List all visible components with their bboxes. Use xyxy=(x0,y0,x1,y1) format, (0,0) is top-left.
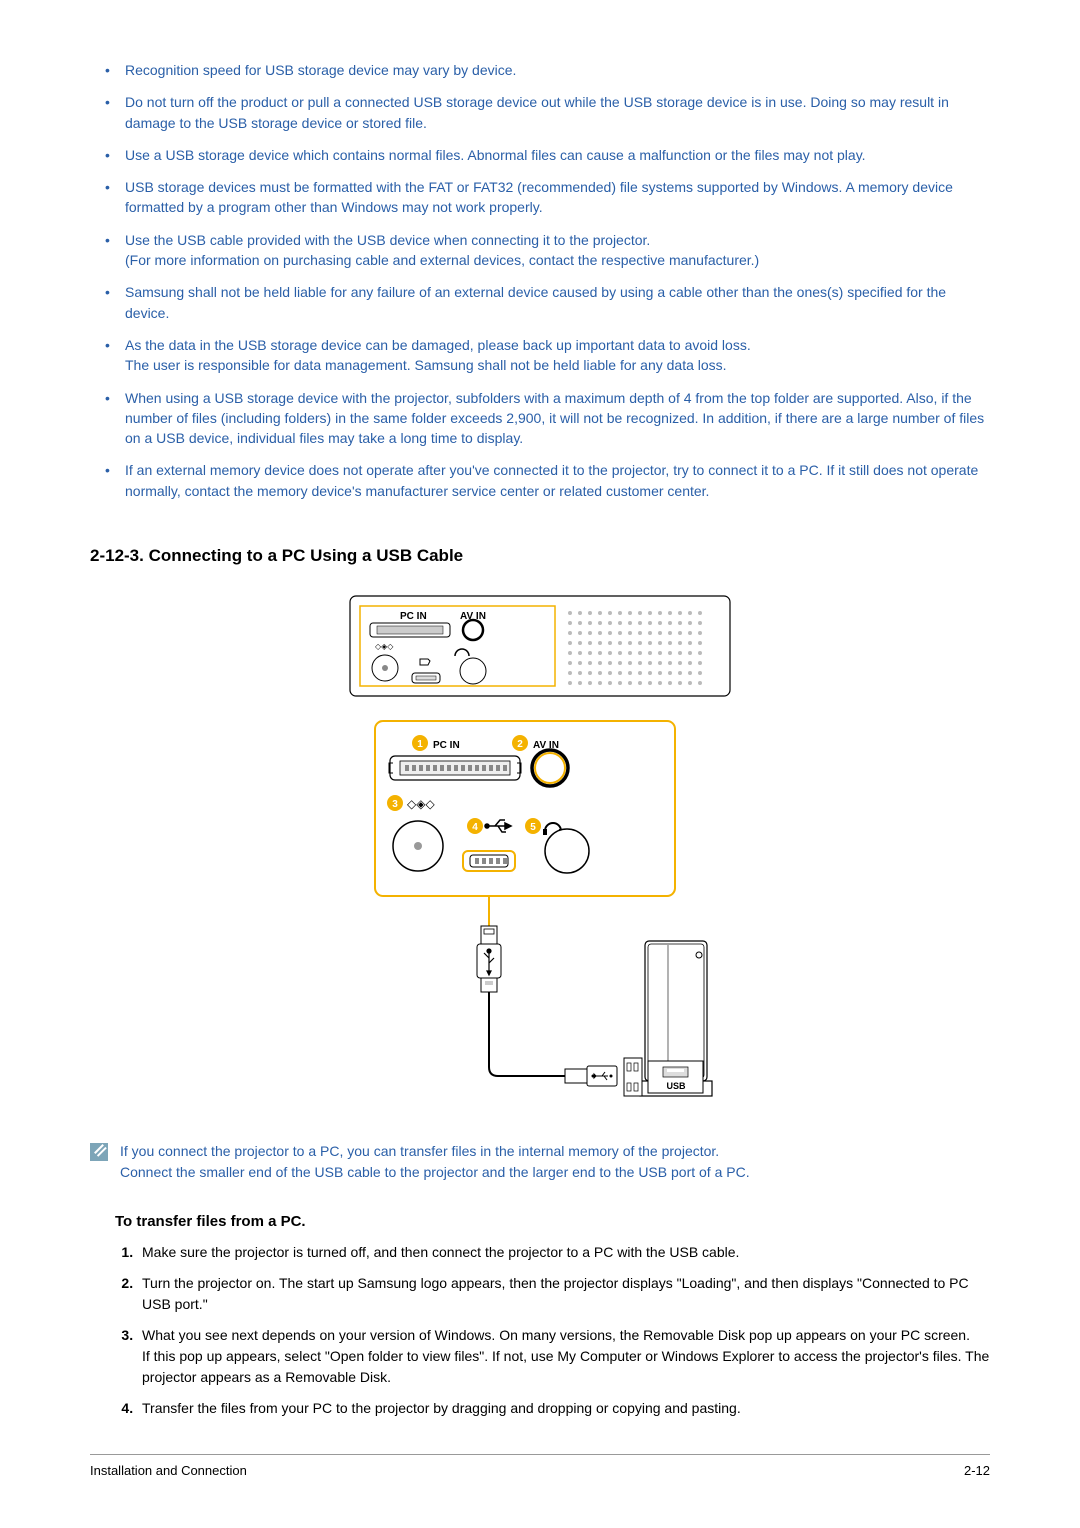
pc-usb-label: USB xyxy=(666,1081,686,1091)
connection-diagram: PC IN AV IN ◇◈◇ xyxy=(90,591,990,1111)
notice-item: As the data in the USB storage device ca… xyxy=(90,335,990,376)
svg-text:3: 3 xyxy=(392,799,398,810)
notice-item: Do not turn off the product or pull a co… xyxy=(90,92,990,133)
projector-rear-zoom: 1 PC IN 2 AV IN 3 ◇ xyxy=(375,721,675,896)
note-text: If you connect the projector to a PC, yo… xyxy=(120,1141,750,1183)
notice-list: Recognition speed for USB storage device… xyxy=(90,60,990,501)
steps-list: Make sure the projector is turned off, a… xyxy=(115,1242,990,1419)
footer-right: 2-12 xyxy=(964,1463,990,1478)
pc-tower: USB xyxy=(624,941,712,1096)
svg-text:1: 1 xyxy=(417,739,423,750)
footer-left: Installation and Connection xyxy=(90,1463,247,1478)
notice-item: If an external memory device does not op… xyxy=(90,460,990,501)
svg-text:◇◈◇: ◇◈◇ xyxy=(375,642,394,651)
notice-item: USB storage devices must be formatted wi… xyxy=(90,177,990,218)
step-item: Transfer the files from your PC to the p… xyxy=(137,1398,990,1419)
projector-rear-small: PC IN AV IN ◇◈◇ xyxy=(350,596,730,696)
usb-cable xyxy=(477,896,617,1086)
svg-text:2: 2 xyxy=(517,739,523,750)
step-item: What you see next depends on your versio… xyxy=(137,1325,990,1388)
section-heading: 2-12-3. Connecting to a PC Using a USB C… xyxy=(90,546,990,566)
sub-heading: To transfer files from a PC. xyxy=(115,1213,990,1230)
notice-item: Use the USB cable provided with the USB … xyxy=(90,230,990,271)
small-pcin-label: PC IN xyxy=(400,611,427,622)
notice-item: Use a USB storage device which contains … xyxy=(90,145,990,165)
notice-item: Samsung shall not be held liable for any… xyxy=(90,282,990,323)
step-item: Turn the projector on. The start up Sams… xyxy=(137,1273,990,1315)
page-content: Recognition speed for USB storage device… xyxy=(0,0,1080,1508)
zoom-pcin-label: PC IN xyxy=(433,740,460,751)
note-icon xyxy=(90,1143,108,1161)
page-footer: Installation and Connection 2-12 xyxy=(90,1454,990,1478)
notice-item: Recognition speed for USB storage device… xyxy=(90,60,990,80)
svg-text:4: 4 xyxy=(472,822,478,833)
svg-text:5: 5 xyxy=(530,822,536,833)
svg-text:◇◈◇: ◇◈◇ xyxy=(407,797,435,811)
notice-item: When using a USB storage device with the… xyxy=(90,388,990,449)
info-note: If you connect the projector to a PC, yo… xyxy=(90,1141,990,1183)
step-item: Make sure the projector is turned off, a… xyxy=(137,1242,990,1263)
